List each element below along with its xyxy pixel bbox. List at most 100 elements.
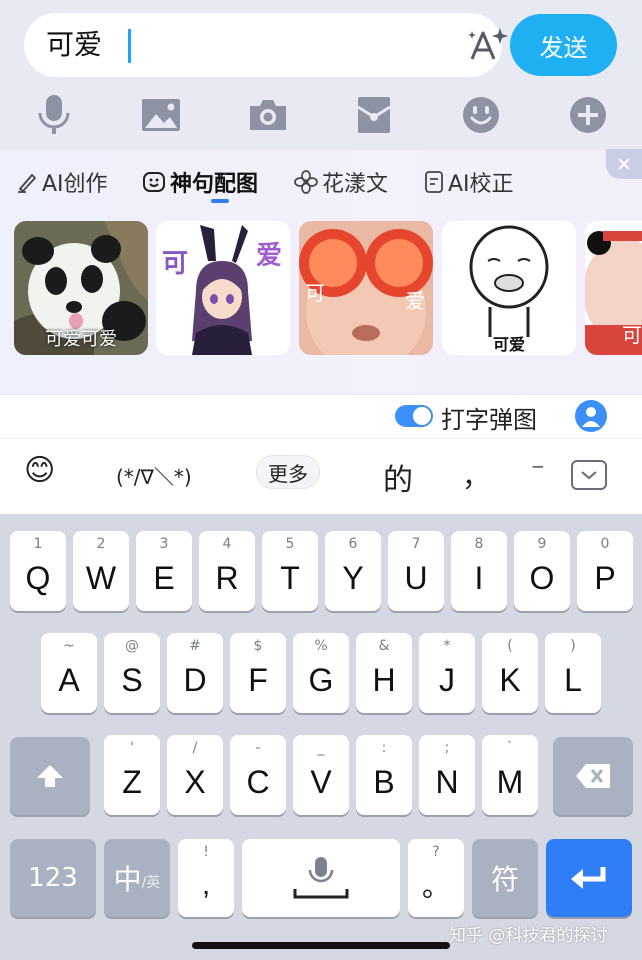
sticker-anime-girl[interactable]: 可 爱 [156, 221, 290, 355]
enter-key[interactable] [546, 839, 632, 917]
key-i[interactable]: 8I [451, 531, 507, 611]
key-x[interactable]: / X [167, 735, 223, 815]
shift-key[interactable] [10, 737, 90, 815]
key-j[interactable]: * J [419, 633, 475, 713]
key-label: O [529, 559, 555, 596]
mic-icon[interactable] [32, 93, 76, 137]
key-g[interactable]: % G [293, 633, 349, 713]
sticker-caption-right: 爱 [255, 241, 282, 271]
sticker-meme-face[interactable]: 可爱 [442, 221, 576, 355]
home-indicator[interactable] [192, 942, 450, 949]
key-d[interactable]: # D [167, 633, 223, 713]
typing-sticker-label: 打字弹图 [441, 406, 537, 434]
key-label: I [474, 559, 484, 596]
key-z[interactable]: ' Z [104, 735, 160, 815]
key-label: Z [122, 763, 142, 800]
key-p[interactable]: 0P [577, 531, 633, 611]
candidate-de[interactable]: 的 [383, 455, 413, 499]
message-input[interactable]: 可爱 [24, 13, 508, 77]
key-c[interactable]: -C [230, 735, 286, 815]
key-a[interactable]: ~ A [41, 633, 97, 713]
tab-ai-proofread[interactable]: AI校正 [424, 166, 514, 198]
panel-close-icon[interactable] [606, 149, 642, 179]
kaomoji-candidate[interactable]: (*/∇＼*) [116, 461, 192, 490]
image-icon[interactable] [139, 93, 183, 137]
key-e[interactable]: 3E [136, 531, 192, 611]
return-arrow-icon [571, 867, 606, 889]
key-h[interactable]: & H [356, 633, 412, 713]
red-packet-icon[interactable] [352, 93, 396, 137]
key-label: Y [342, 559, 364, 596]
key-hint: 8 [474, 536, 484, 552]
key-t[interactable]: 5T [262, 531, 318, 611]
key-label: K [499, 661, 521, 698]
tab-ai-create-label: AI创作 [42, 172, 108, 197]
period-key-label: 。 [421, 871, 450, 902]
key-l[interactable]: ) L [545, 633, 601, 713]
comma-key-hint: ! [203, 844, 209, 860]
numbers-key-label: 123 [28, 863, 78, 893]
sticker-caption-left: 可 [162, 249, 189, 279]
tab-flower-text-label: 花漾文 [322, 172, 389, 197]
typing-sticker-toggle[interactable] [395, 405, 433, 427]
collapse-keyboard-button[interactable] [571, 460, 607, 490]
key-hint: _ [317, 740, 325, 756]
key-w[interactable]: 2W [73, 531, 129, 611]
key-hint: - [255, 740, 261, 756]
key-s[interactable]: @ S [104, 633, 160, 713]
key-o[interactable]: 9O [514, 531, 570, 611]
candidate-symbol[interactable]: ⁻ [531, 457, 545, 487]
lang-sub-label: /英 [141, 875, 161, 891]
tab-sentence-sticker[interactable]: 神句配图 [142, 166, 258, 198]
comma-key[interactable]: ! , [178, 839, 234, 917]
camera-icon[interactable] [246, 93, 290, 137]
key-u[interactable]: 7U [388, 531, 444, 611]
space-key[interactable] [242, 839, 400, 917]
key-label: D [183, 661, 207, 698]
candidate-comma[interactable]: ， [462, 455, 490, 495]
tab-ai-proofread-label: AI校正 [448, 172, 514, 197]
sticker-panda-red[interactable]: 可 [585, 221, 642, 355]
ai-font-icon[interactable] [466, 25, 510, 65]
key-hint: $ [253, 638, 263, 654]
period-key[interactable]: ? 。 [408, 839, 464, 917]
sticker-caption: 可爱可爱 [45, 329, 117, 350]
tab-sentence-sticker-label: 神句配图 [170, 172, 259, 197]
key-n[interactable]: ; N [419, 735, 475, 815]
key-r[interactable]: 4R [199, 531, 255, 611]
doc-check-icon [425, 171, 443, 193]
key-hint: ~ [63, 638, 75, 654]
key-label: V [310, 763, 332, 800]
numbers-key[interactable]: 123 [10, 839, 96, 917]
key-q[interactable]: 1Q [10, 531, 66, 611]
send-button[interactable]: 发送 [510, 14, 617, 76]
key-b[interactable]: :B [356, 735, 412, 815]
tab-flower-text[interactable]: 花漾文 [294, 166, 388, 198]
key-label: M [496, 763, 524, 800]
plus-icon[interactable] [566, 93, 610, 137]
emoji-candidate[interactable]: 😊 [24, 453, 55, 488]
key-f[interactable]: $ F [230, 633, 286, 713]
key-y[interactable]: 6Y [325, 531, 381, 611]
candidate-bar: 😊 (*/∇＼*) 更多 的 ， ⁻ [0, 438, 642, 514]
language-switch-key[interactable]: 中 /英 [104, 839, 170, 917]
key-hint: ` [506, 740, 514, 756]
more-candidates-button[interactable]: 更多 [256, 455, 320, 489]
key-k[interactable]: (K [482, 633, 538, 713]
key-hint: * [443, 638, 451, 654]
delete-key[interactable] [553, 737, 633, 815]
sticker-panda[interactable]: 可爱可爱 [14, 221, 148, 355]
key-label: P [594, 559, 616, 596]
key-m[interactable]: ` M [482, 735, 538, 815]
sticker-baby-glasses[interactable]: 可 爱 [299, 221, 433, 355]
key-v[interactable]: _ V [293, 735, 349, 815]
symbols-key[interactable]: 符 [472, 839, 538, 917]
typing-sticker-row: 打字弹图 [0, 394, 642, 438]
key-hint: : [381, 740, 387, 756]
tab-ai-create[interactable]: AI创作 [16, 166, 108, 198]
key-label: C [246, 763, 270, 800]
key-label: F [248, 661, 268, 698]
ai-assistant-icon[interactable] [574, 399, 608, 433]
emoji-icon[interactable] [459, 93, 503, 137]
key-hint: 3 [159, 536, 169, 552]
